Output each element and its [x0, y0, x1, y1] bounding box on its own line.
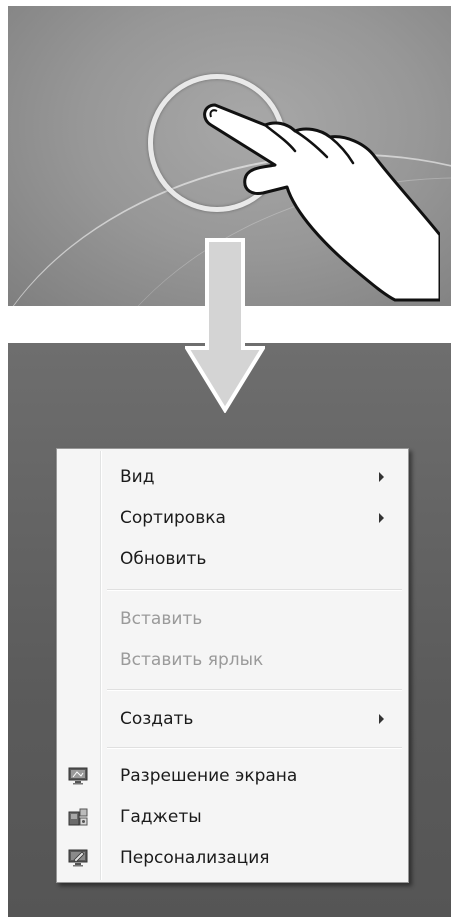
menu-item-paste-shortcut[interactable]: Вставить ярлык [57, 641, 408, 679]
menu-item-refresh[interactable]: Обновить [57, 540, 408, 578]
menu-separator [107, 689, 402, 690]
personalization-icon [68, 849, 88, 867]
menu-item-new[interactable]: Создать [57, 700, 408, 738]
desktop-context-menu: Вид Сортировка Обновить Вставить Вставит… [56, 448, 409, 883]
menu-item-label: Создать [120, 709, 194, 729]
menu-item-label: Гаджеты [120, 807, 202, 827]
menu-item-sort[interactable]: Сортировка [57, 499, 408, 537]
menu-item-gadgets[interactable]: Гаджеты [57, 798, 408, 836]
menu-item-paste[interactable]: Вставить [57, 600, 408, 638]
menu-item-screen-resolution[interactable]: Разрешение экрана [57, 757, 408, 795]
menu-item-view[interactable]: Вид [57, 458, 408, 496]
menu-item-label: Вставить [120, 609, 203, 629]
gadgets-icon [68, 808, 88, 826]
submenu-arrow-icon [379, 513, 384, 523]
menu-item-label: Вид [120, 467, 155, 487]
menu-item-label: Разрешение экрана [120, 766, 298, 786]
menu-separator [107, 589, 402, 590]
menu-separator [107, 747, 402, 748]
menu-item-label: Сортировка [120, 508, 226, 528]
menu-item-label: Персонализация [120, 848, 270, 868]
menu-item-label: Обновить [120, 549, 207, 569]
submenu-arrow-icon [379, 472, 384, 482]
down-arrow-icon [185, 238, 265, 413]
menu-item-personalization[interactable]: Персонализация [57, 839, 408, 877]
menu-item-label: Вставить ярлык [120, 650, 264, 670]
submenu-arrow-icon [379, 714, 384, 724]
screen-resolution-icon [68, 767, 88, 785]
